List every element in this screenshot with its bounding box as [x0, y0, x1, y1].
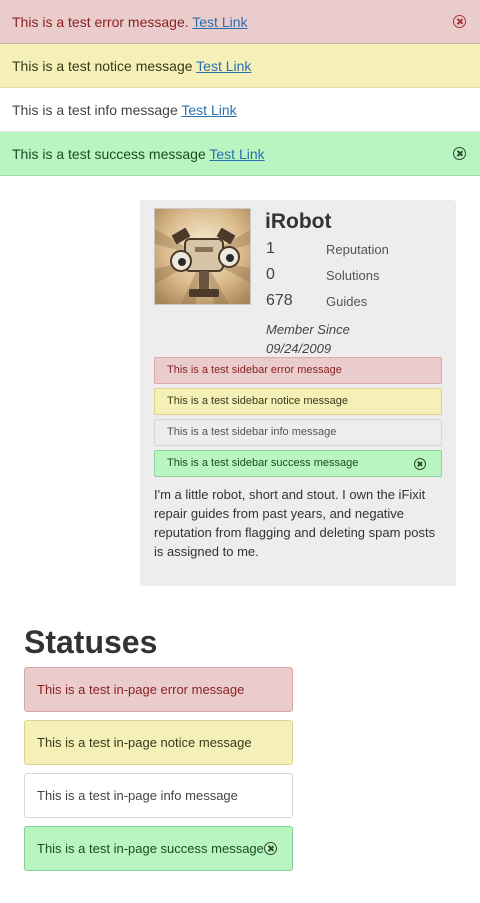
reputation-value: 1 [266, 240, 275, 257]
inpage-success-message: This is a test in-page success message [24, 826, 293, 871]
sidebar-error-message: This is a test sidebar error message [154, 357, 442, 384]
success-banner-test-link[interactable]: Test Link [209, 146, 264, 162]
notice-banner-test-link[interactable]: Test Link [196, 58, 251, 74]
inpage-success-close-icon[interactable] [264, 842, 277, 855]
success-banner-close-icon[interactable] [453, 147, 466, 160]
sidebar-success-text: This is a test sidebar success message [167, 457, 359, 469]
sidebar-error-text: This is a test sidebar error message [167, 364, 342, 376]
reputation-label: Reputation [326, 242, 389, 257]
inpage-info-message: This is a test in-page info message [24, 773, 293, 818]
info-banner: This is a test info message Test Link [0, 88, 480, 132]
inpage-notice-text: This is a test in-page notice message [37, 735, 252, 750]
sidebar-success-close-icon[interactable] [414, 458, 426, 470]
inpage-error-message: This is a test in-page error message [24, 667, 293, 712]
error-banner-text: This is a test error message. [12, 14, 189, 30]
sidebar-notice-text: This is a test sidebar notice message [167, 395, 348, 407]
success-banner-text: This is a test success message [12, 146, 206, 162]
inpage-info-text: This is a test in-page info message [37, 788, 238, 803]
notice-banner: This is a test notice message Test Link [0, 44, 480, 88]
member-since-label: Member Since [266, 322, 350, 337]
error-banner-test-link[interactable]: Test Link [192, 14, 247, 30]
profile-username[interactable]: iRobot [265, 210, 331, 234]
sidebar-info-text: This is a test sidebar info message [167, 426, 337, 438]
guides-value: 678 [266, 292, 293, 309]
error-banner-close-icon[interactable] [453, 15, 466, 28]
profile-bio: I'm a little robot, short and stout. I o… [154, 487, 436, 559]
member-since: Member Since 09/24/2009 [266, 320, 396, 358]
sidebar-info-message: This is a test sidebar info message [154, 419, 442, 446]
solutions-value: 0 [266, 266, 275, 283]
profile-sidebar: iRobot 1 Reputation 0 Solutions 678 Guid… [140, 200, 456, 586]
sidebar-notice-message: This is a test sidebar notice message [154, 388, 442, 415]
inpage-success-text: This is a test in-page success message [37, 841, 264, 856]
robot-avatar[interactable] [154, 208, 251, 305]
notice-banner-text: This is a test notice message [12, 58, 193, 74]
solutions-label: Solutions [326, 268, 380, 283]
info-banner-text: This is a test info message [12, 102, 178, 118]
sidebar-success-message: This is a test sidebar success message [154, 450, 442, 477]
info-banner-test-link[interactable]: Test Link [181, 102, 236, 118]
member-since-date: 09/24/2009 [266, 341, 332, 356]
error-banner: This is a test error message. Test Link [0, 0, 480, 44]
success-banner: This is a test success message Test Link [0, 132, 480, 176]
guides-label: Guides [326, 294, 368, 309]
statuses-heading: Statuses [24, 624, 158, 660]
inpage-notice-message: This is a test in-page notice message [24, 720, 293, 765]
inpage-error-text: This is a test in-page error message [37, 682, 245, 697]
